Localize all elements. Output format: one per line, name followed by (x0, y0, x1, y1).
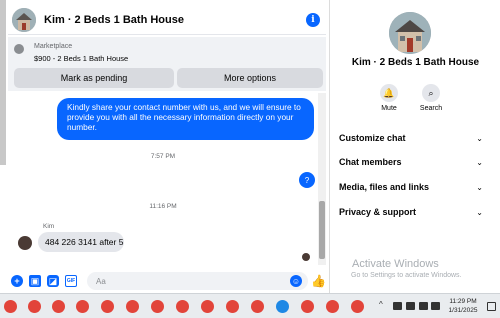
section-customize-chat[interactable]: Customize chat ⌄ (339, 130, 485, 146)
wifi-icon[interactable] (419, 302, 428, 310)
section-label: Customize chat (339, 133, 406, 143)
listing-title: Kim · 2 Beds 1 Bath House (351, 57, 480, 68)
chrome-icon[interactable] (151, 300, 164, 313)
chevron-down-icon: ⌄ (476, 157, 483, 167)
section-label: Privacy & support (339, 207, 417, 217)
outgoing-message[interactable]: Kindly share your contact number with us… (57, 98, 314, 140)
mute-label: Mute (381, 105, 397, 112)
chrome-icon[interactable] (52, 300, 65, 313)
chrome-icon[interactable] (226, 300, 239, 313)
message-input[interactable]: Aa (87, 272, 308, 290)
chrome-icon[interactable] (351, 300, 364, 313)
section-privacy-support[interactable]: Privacy & support ⌄ (339, 204, 485, 220)
emoji-icon[interactable]: ☺ (290, 275, 302, 287)
chrome-icon[interactable] (201, 300, 214, 313)
chrome-icon[interactable] (176, 300, 189, 313)
edge-icon[interactable] (276, 300, 289, 313)
house-thumbnail-icon (12, 7, 36, 32)
listing-price[interactable]: $900 - 2 Beds 1 Bath House (34, 54, 128, 63)
incoming-message[interactable]: 484 226 3141 after 5 (38, 232, 124, 252)
search-label: Search (419, 105, 443, 112)
search-button[interactable]: ⌕ Search (416, 84, 446, 112)
bell-icon: 🔔 (380, 84, 398, 102)
chevron-down-icon: ⌄ (476, 207, 483, 217)
section-chat-members[interactable]: Chat members ⌄ (339, 154, 485, 170)
composer: + ▣ ◪ GIF Aa ☺ 👍 (8, 270, 326, 292)
more-options-button[interactable]: More options (177, 68, 323, 88)
sticker-icon[interactable]: ◪ (47, 275, 59, 287)
system-clock[interactable]: 11:29 PM 1/31/2025 (443, 297, 483, 315)
marketplace-icon (14, 44, 24, 54)
info-icon[interactable]: i (306, 13, 320, 27)
chrome-icon[interactable] (326, 300, 339, 313)
chrome-icon[interactable] (301, 300, 314, 313)
message-scrollbar[interactable] (318, 93, 326, 265)
chat-header: Kim · 2 Beds 1 Bath House i (8, 5, 326, 35)
chrome-icon[interactable] (126, 300, 139, 313)
seen-indicator-avatar (302, 253, 310, 261)
section-label: Chat members (339, 157, 402, 167)
sender-avatar[interactable] (18, 236, 32, 250)
chat-avatar[interactable] (12, 7, 36, 32)
message-list: Kindly share your contact number with us… (8, 93, 318, 265)
photo-icon[interactable]: ▣ (29, 275, 41, 287)
chrome-icon[interactable] (251, 300, 264, 313)
activate-windows-title: Activate Windows (352, 258, 439, 270)
section-media-files-links[interactable]: Media, files and links ⌄ (339, 179, 485, 195)
volume-icon[interactable] (431, 302, 440, 310)
marketplace-label: Marketplace (34, 43, 73, 50)
mark-as-pending-button[interactable]: Mark as pending (14, 68, 174, 88)
chrome-icon[interactable] (76, 300, 89, 313)
chevron-down-icon: ⌄ (476, 182, 483, 192)
timestamp: 7:57 PM (150, 153, 176, 160)
listing-avatar[interactable] (389, 12, 431, 54)
plus-icon[interactable]: + (11, 275, 23, 287)
clock-date: 1/31/2025 (448, 307, 478, 314)
battery-icon[interactable] (406, 302, 415, 310)
left-edge-scrollbar[interactable] (0, 0, 6, 165)
chrome-icon[interactable] (28, 300, 41, 313)
thumbs-up-icon[interactable]: 👍 (311, 274, 326, 288)
chrome-icon[interactable] (101, 300, 114, 313)
chrome-icon[interactable] (4, 300, 17, 313)
timestamp: 11:16 PM (149, 203, 177, 210)
network-icon[interactable] (393, 302, 402, 310)
notification-icon[interactable] (487, 302, 496, 311)
outgoing-message[interactable]: ? (299, 172, 315, 188)
sender-name: Kim (43, 223, 55, 230)
gif-icon[interactable]: GIF (65, 275, 77, 287)
chat-pane: Kim · 2 Beds 1 Bath House i Marketplace … (0, 0, 330, 293)
scrollbar-thumb[interactable] (319, 201, 325, 259)
section-label: Media, files and links (339, 182, 430, 192)
search-icon: ⌕ (422, 84, 440, 102)
conversation-info-pane: Kim · 2 Beds 1 Bath House 🔔 Mute ⌕ Searc… (331, 0, 500, 293)
chat-title[interactable]: Kim · 2 Beds 1 Bath House (44, 14, 184, 26)
chevron-down-icon: ⌄ (476, 133, 483, 143)
marketplace-listing-bar: Marketplace $900 - 2 Beds 1 Bath House M… (8, 37, 326, 91)
taskbar: ^ 11:29 PM 1/31/2025 (0, 293, 500, 318)
chevron-up-icon[interactable]: ^ (379, 300, 383, 309)
clock-time: 11:29 PM (449, 298, 477, 305)
activate-windows-subtitle: Go to Settings to activate Windows. (351, 272, 462, 279)
house-photo-icon (389, 12, 431, 54)
mute-button[interactable]: 🔔 Mute (374, 84, 404, 112)
